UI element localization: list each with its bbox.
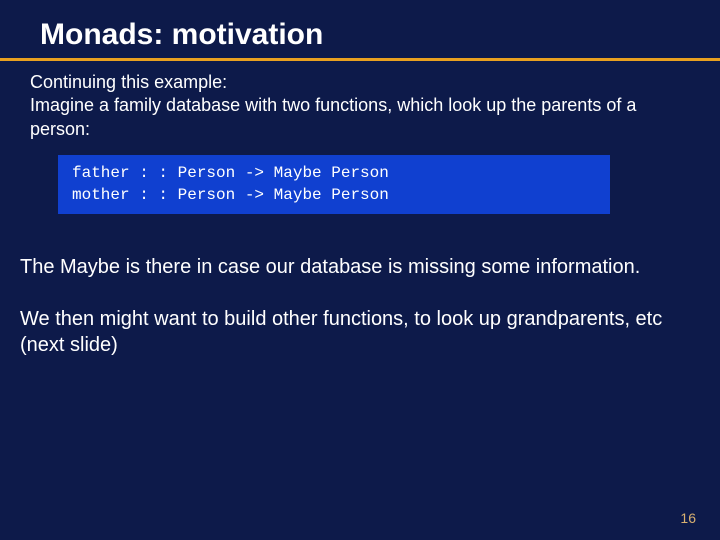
slide-title: Monads: motivation bbox=[0, 0, 720, 61]
page-number: 16 bbox=[680, 510, 696, 526]
code-block: father : : Person -> Maybe Person mother… bbox=[58, 155, 610, 214]
body-text-1: The Maybe is there in case our database … bbox=[0, 254, 720, 280]
intro-text: Continuing this example: Imagine a famil… bbox=[0, 71, 720, 141]
body-text-2: We then might want to build other functi… bbox=[0, 306, 720, 358]
